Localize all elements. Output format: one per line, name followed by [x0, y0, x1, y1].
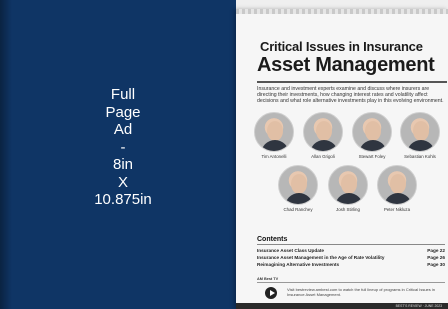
tv-promo-text: Visit bestreview.ambest.com to watch the…: [287, 287, 435, 297]
toc-title: Reimagining Alternative Investments: [257, 262, 340, 267]
cover-title-line1: Critical Issues in Insurance: [260, 39, 423, 54]
panelist-name: Chad Ranchey: [283, 207, 313, 212]
panelist-photo: [377, 165, 417, 205]
panelist-photo: [352, 112, 392, 152]
panelist-photo: [278, 165, 318, 205]
ad-line: Full: [110, 86, 136, 103]
toc-page: Page 26: [427, 255, 445, 260]
panelist-photo: [328, 165, 368, 205]
toc-page: Page 22: [427, 248, 445, 253]
toc-row[interactable]: Insurance Asset Class Update Page 22: [257, 247, 445, 254]
play-icon[interactable]: [265, 287, 277, 299]
panelist-photo: [400, 112, 440, 152]
panelist-name: Josh Stirling: [336, 207, 360, 212]
footer-text: BEST'S REVIEW · JUNE 2023: [395, 303, 442, 308]
panelist-card: Stewart Foley: [350, 112, 394, 159]
panelist-photo: [254, 112, 294, 152]
panelist-card: Chad Ranchey: [276, 165, 320, 212]
cover-title-line2: Asset Management: [257, 54, 435, 76]
intro-paragraph: Insurance and investment experts examine…: [257, 86, 444, 105]
ad-line: Page: [105, 103, 141, 121]
toc-title: Insurance Asset Class Update: [257, 248, 325, 253]
panelist-name: Sebastian Kohls: [404, 154, 436, 159]
panelist-card: Tim Antonelli: [252, 112, 296, 159]
panelist-name: Tim Antonelli: [261, 154, 287, 159]
ad-line: 10.875in: [94, 191, 152, 208]
magazine-spread: Full Page Ad - 8in X 10.875in Critical I…: [0, 0, 448, 309]
toc-title: Insurance Asset Management in the Age of…: [257, 255, 385, 260]
tv-heading: AM Best TV: [257, 277, 445, 283]
title-divider: [257, 81, 447, 83]
ad-line: -: [120, 138, 126, 156]
ad-line: X: [117, 173, 128, 191]
toc-row[interactable]: Insurance Asset Management in the Age of…: [257, 254, 445, 261]
toc-page: Page 30: [427, 262, 445, 267]
contents-heading: Contents: [257, 236, 445, 245]
panelist-card: Peter Nikluza: [375, 165, 419, 212]
contents-section: Contents Insurance Asset Class Update Pa…: [257, 236, 445, 268]
full-page-ad: Full Page Ad - 8in X 10.875in: [0, 0, 236, 309]
panelist-card: Josh Stirling: [326, 165, 370, 212]
feature-cover-page: Critical Issues in Insurance Asset Manag…: [236, 9, 448, 309]
tv-promo: Visit bestreview.ambest.com to watch the…: [257, 285, 445, 301]
ad-line: Ad: [113, 121, 133, 138]
toc-row[interactable]: Reimagining Alternative Investments Page…: [257, 261, 445, 268]
panelist-name: Stewart Foley: [358, 154, 386, 159]
panelist-name: Peter Nikluza: [383, 207, 411, 212]
panelist-photo: [303, 112, 343, 152]
panelist-name: Allan Grigoli: [311, 154, 335, 159]
header-texture-bar: [236, 9, 448, 14]
page-footer: BEST'S REVIEW · JUNE 2023: [236, 303, 448, 309]
page-gutter-shadow: [0, 0, 12, 309]
panelist-card: Sebastian Kohls: [398, 112, 442, 159]
ad-placeholder-text: Full Page Ad - 8in X 10.875in: [62, 86, 184, 209]
panelist-card: Allan Grigoli: [301, 112, 345, 159]
ad-line: 8in: [112, 156, 134, 173]
